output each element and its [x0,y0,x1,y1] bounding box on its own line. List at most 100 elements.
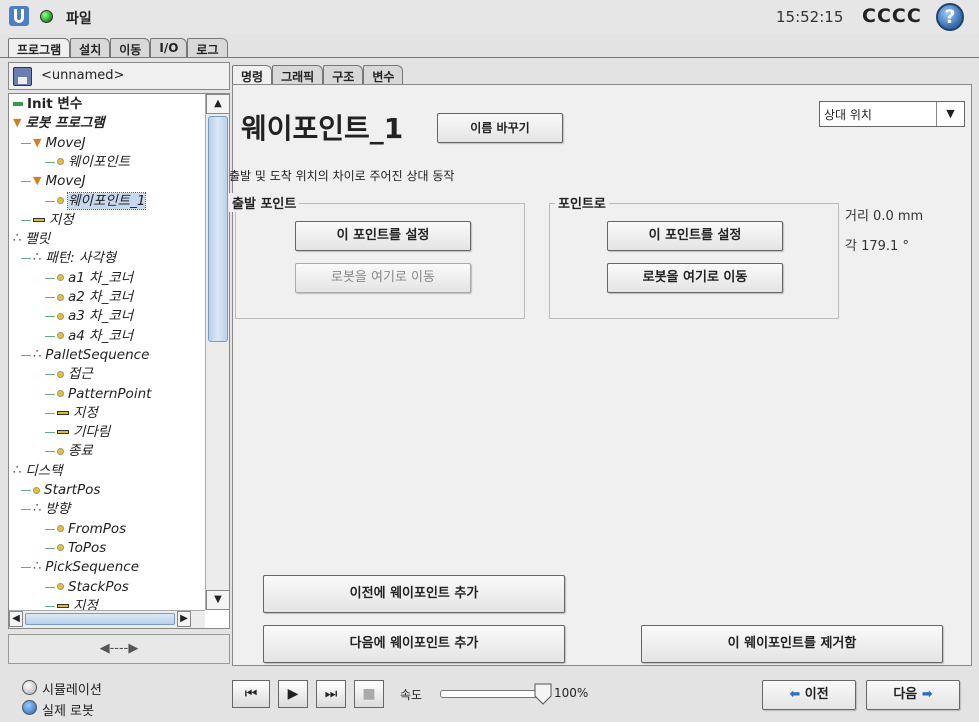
scroll-right-icon[interactable]: ▶ [177,611,191,627]
tree-node[interactable]: ∴ 방향 [33,500,70,518]
tree-node[interactable]: ∴ PalletSequence [33,346,149,364]
tree-node[interactable]: a4 차_코너 [57,327,133,345]
to-set-point-button[interactable]: 이 포인트를 설정 [607,221,783,251]
previous-label: 이전 [804,687,829,702]
tree-node[interactable]: FromPos [57,520,126,538]
tree-node-label: 웨이포인트_1 [66,191,147,210]
tree-node-label: StartPos [44,482,101,498]
tree-node[interactable]: 웨이포인트_1 [57,191,147,210]
tree-node[interactable]: ▼ 로봇 프로그램 [13,114,105,132]
robot-status-icon [40,10,53,23]
rename-button[interactable]: 이름 바꾸기 [437,113,563,143]
to-move-here-button[interactable]: 로봇을 여기로 이동 [607,263,783,293]
robot-name: CCCC [862,5,922,27]
tree-node[interactable]: a2 차_코너 [57,288,133,306]
tree-node[interactable]: 종료 [57,442,93,460]
speed-slider-thumb[interactable] [534,683,552,705]
real-robot-radio[interactable] [22,700,37,715]
arrow-left-icon: ⬅ [789,687,801,702]
assignment-icon [33,217,45,222]
waypoint-dot-icon [57,293,64,301]
waypoint-dot-icon [57,390,64,397]
tree-node[interactable]: ▼ MoveJ [33,134,86,152]
waypoint-dot-icon [33,486,40,494]
tree-hscrollbar[interactable]: ◀ ▶ [9,610,205,628]
tree-connector [45,547,55,549]
tree-node[interactable]: ∴ 디스택 [13,462,63,480]
next-button[interactable]: 다음 ➡ [866,680,960,710]
tab-command[interactable]: 명령 [232,65,273,85]
tree-connector [21,509,31,511]
stop-icon: ■ [362,686,376,702]
assignment-icon [57,603,69,608]
previous-button[interactable]: ⬅ 이전 [762,680,856,710]
tree-node[interactable]: 접근 [57,365,93,383]
tree-node[interactable]: ∴ PickSequence [33,558,139,576]
tab-installation[interactable]: 설치 [70,38,111,58]
tab-program[interactable]: 프로그램 [8,38,71,58]
waypoint-dot-icon [57,312,64,320]
tree-connector [45,161,55,163]
tree-node[interactable]: 웨이포인트 [57,153,130,171]
tab-io[interactable]: I/O [150,38,188,58]
tree-node[interactable]: ToPos [57,539,106,557]
simulation-radio[interactable] [22,680,37,695]
tree-connector [45,528,55,530]
tree-connector [45,605,55,607]
tree-node-label: 디스택 [25,462,63,479]
tree-node[interactable]: StartPos [33,481,100,499]
program-tree[interactable]: Init 변수 ▼ 로봇 프로그램 ▼ MoveJ 웨이포인트 ▼ MoveJ 웨이포인트_1 지… [8,93,230,629]
tree-node-label: 접근 [68,366,93,383]
tree-node[interactable]: a1 차_코너 [57,269,133,287]
stop-button[interactable]: ■ [354,680,384,708]
waypoint-dot-icon [57,370,64,378]
tree-node[interactable]: StackPos [57,578,129,596]
tree-node[interactable]: ∴ 팰릿 [13,230,50,248]
tree-node[interactable]: PatternPoint [57,385,151,403]
tree-node[interactable]: 지정 [33,211,74,229]
speed-value: 100% [554,686,589,700]
from-set-point-button[interactable]: 이 포인트를 설정 [295,221,471,251]
tree-connector [21,142,31,144]
tree-node[interactable]: 기다림 [57,423,110,441]
file-menu[interactable]: 파일 [66,8,92,28]
add-before-button[interactable]: 이전에 웨이포인트 추가 [263,575,565,613]
assignment-icon [57,410,69,415]
rewind-icon: ⏮ [244,686,258,702]
scroll-left-icon[interactable]: ◀ [9,611,23,627]
tree-node[interactable]: 지정 [57,404,98,422]
tree-connector [21,354,31,356]
step-button[interactable]: ⏭ [316,680,346,708]
remove-waypoint-button[interactable]: 이 웨이포인트를 제거함 [641,625,943,663]
tab-graphics[interactable]: 그래픽 [272,65,324,85]
panel-resize-handle[interactable]: ◀----▶ [8,634,230,664]
scroll-up-icon[interactable]: ▲ [206,94,229,114]
play-button[interactable]: ▶ [278,680,308,708]
tree-node[interactable]: ▼ MoveJ [33,172,86,190]
add-after-button[interactable]: 다음에 웨이포인트 추가 [263,625,565,663]
waypoint-type-value: 상대 위치 [824,108,872,122]
chevron-down-icon[interactable]: ▼ [936,102,964,126]
waypoint-type-select[interactable]: 상대 위치 ▼ [819,101,965,127]
rewind-button[interactable]: ⏮ [232,680,270,708]
tree-node-label: PickSequence [45,559,140,576]
hscroll-thumb[interactable] [25,613,175,625]
tree-node-label: a1 차_코너 [68,269,134,286]
from-move-here-button[interactable]: 로봇을 여기로 이동 [295,263,471,293]
tab-structure[interactable]: 구조 [323,65,364,85]
tree-scrollbar[interactable]: ▲ ▼ [205,94,229,610]
tab-variables[interactable]: 변수 [363,65,404,85]
tab-move[interactable]: 이동 [110,38,151,58]
tree-node[interactable]: a3 차_코너 [57,307,133,325]
distance-readout: 거리 0.0 mm [845,209,924,224]
scroll-thumb[interactable] [208,116,228,342]
tree-node[interactable]: Init 변수 [13,95,82,113]
help-icon[interactable]: ? [936,3,964,31]
tab-log[interactable]: 로그 [187,38,228,58]
expand-triangle-icon: ▼ [33,135,42,149]
assignment-icon [57,430,69,435]
tree-node[interactable]: ∴ 패턴: 사각형 [33,249,116,267]
scroll-down-icon[interactable]: ▼ [206,590,229,610]
tree-node-label: PatternPoint [68,385,152,402]
save-icon[interactable] [13,67,32,86]
